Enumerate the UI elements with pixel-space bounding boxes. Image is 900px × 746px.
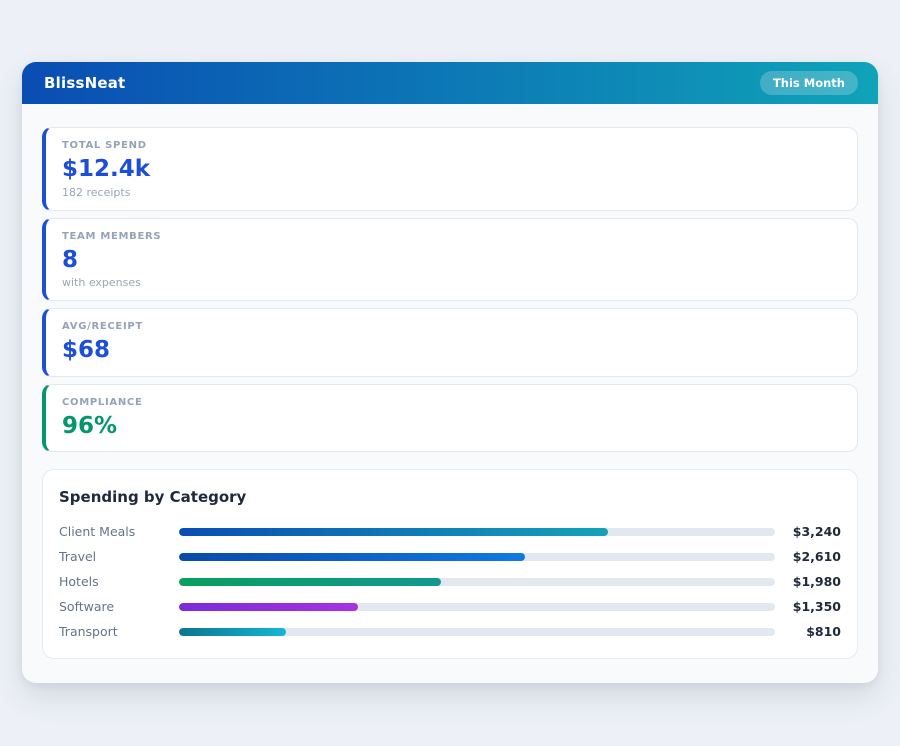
stat-label: COMPLIANCE [62,396,143,408]
chart-rows: Client Meals $3,240 Travel $2,610 Hotels $1,9… [59,519,841,644]
spending-chart-card: Spending by Category Client Meals $3,240 T… [42,469,858,660]
category-label: Travel [59,549,97,565]
bar-track [179,577,775,586]
app-title: BlissNeat [44,74,126,92]
bar-track [179,627,775,636]
chart-row: Transport $810 [59,619,841,644]
category-label: Hotels [59,574,99,590]
stat-value: $12.4k [62,156,151,182]
bar-fill [179,577,442,586]
stat-label: AVG/RECEIPT [62,321,143,333]
bar-value: $1,980 [792,574,841,590]
stat-sublabel: with expenses [62,276,141,290]
bar-track [179,602,775,611]
stat-value: 96% [62,412,118,439]
period-badge[interactable]: This Month [759,71,858,95]
stat-card-team-members: TEAM MEMBERS 8 with expenses [42,217,858,302]
bar-value: $2,610 [792,549,841,565]
stat-value: $68 [62,337,111,364]
bar-track [179,552,775,561]
bar-value: $3,240 [792,524,841,540]
app-body: TOTAL SPEND $12.4k 182 receipts TEAM MEM… [22,104,878,679]
stat-label: TOTAL SPEND [62,140,147,151]
chart-row: Hotels $1,980 [59,569,841,594]
category-label: Transport [59,624,118,640]
chart-row: Software $1,350 [59,594,841,619]
chart-row: Client Meals $3,240 [59,519,841,544]
bar-value: $1,350 [792,599,841,615]
chart-row: Travel $2,610 [59,544,841,569]
stat-card-avg-receipt: AVG/RECEIPT $68 [42,308,858,377]
bar-track [179,527,775,536]
bar-value: $810 [806,624,841,640]
bar-fill [179,627,287,636]
chart-title: Spending by Category [59,488,247,507]
category-label: Software [59,599,115,615]
stat-card-total-spend: TOTAL SPEND $12.4k 182 receipts [42,127,858,211]
category-label: Client Meals [59,524,136,540]
app-header: BlissNeat This Month [22,62,878,104]
stat-label: TEAM MEMBERS [62,230,162,242]
stat-card-compliance: COMPLIANCE 96% [42,383,858,453]
app-window: BlissNeat This Month TOTAL SPEND $12.4k … [22,62,878,683]
stat-sublabel: 182 receipts [62,185,131,199]
stat-value: 8 [62,246,79,273]
bar-fill [179,527,609,536]
bar-fill [179,552,525,561]
bar-fill [179,602,358,611]
